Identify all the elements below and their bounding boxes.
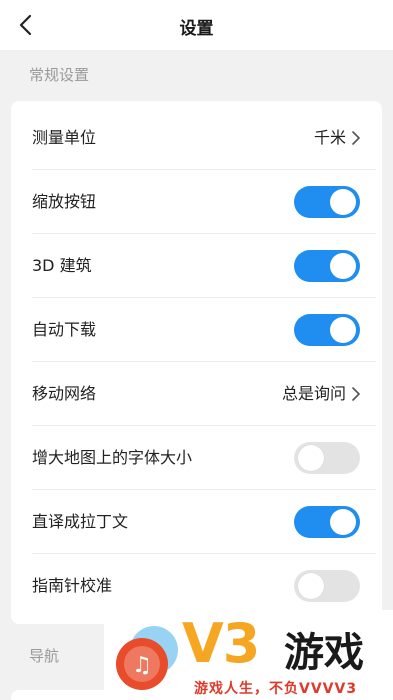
toggle-knob [330,189,356,215]
setting-label: 移动网络 [32,384,97,403]
watermark: ♫ V3 游戏 游戏人生，不负VVVV3 [104,610,393,700]
setting-row-larger-map-font: 增大地图上的字体大小 [11,426,382,490]
watermark-slogan: 游戏人生，不负VVVV3 [194,681,358,697]
toggle-knob [330,509,356,535]
chevron-right-icon [352,131,360,145]
setting-row-zoom-buttons: 缩放按钮 [11,170,382,234]
page-title: 设置 [179,19,214,39]
watermark-name: 游戏 [284,630,364,676]
setting-label: 测量单位 [32,128,97,147]
general-settings-card: 测量单位 千米 缩放按钮 3D 建筑 自动下载 移动网络 总是询问 增大地图上的… [11,101,382,624]
setting-label: 直译成拉丁文 [32,512,129,531]
setting-label: 自动下载 [32,320,97,339]
setting-label: 增大地图上的字体大小 [32,448,193,467]
setting-row-mobile-network[interactable]: 移动网络 总是询问 [11,362,382,426]
toggle-knob [298,573,324,599]
top-bar: 设置 [0,0,393,50]
section-title-general: 常规设置 [29,66,90,84]
setting-value: 千米 [313,128,346,147]
setting-row-transliterate-latin: 直译成拉丁文 [11,490,382,554]
setting-value: 总是询问 [281,384,346,403]
setting-row-3d-buildings: 3D 建筑 [11,234,382,298]
toggle-knob [330,253,356,279]
compass-calibration-toggle[interactable] [294,570,360,602]
watermark-brand: V3 [182,612,260,675]
setting-row-measurement-unit[interactable]: 测量单位 千米 [11,106,382,170]
setting-row-auto-download: 自动下载 [11,298,382,362]
svg-text:♫: ♫ [132,653,152,678]
setting-label: 指南针校准 [32,576,113,595]
setting-row-compass-calibration: 指南针校准 [11,554,382,618]
setting-label: 3D 建筑 [32,256,92,275]
setting-label: 缩放按钮 [32,192,97,211]
toggle-knob [298,445,324,471]
auto-download-toggle[interactable] [294,314,360,346]
larger-map-font-toggle[interactable] [294,442,360,474]
chevron-right-icon [352,387,360,401]
zoom-buttons-toggle[interactable] [294,186,360,218]
toggle-knob [330,317,356,343]
transliterate-latin-toggle[interactable] [294,506,360,538]
game-controller-logo-icon: ♫ [116,626,178,690]
3d-buildings-toggle[interactable] [294,250,360,282]
section-title-navigation: 导航 [29,647,60,665]
